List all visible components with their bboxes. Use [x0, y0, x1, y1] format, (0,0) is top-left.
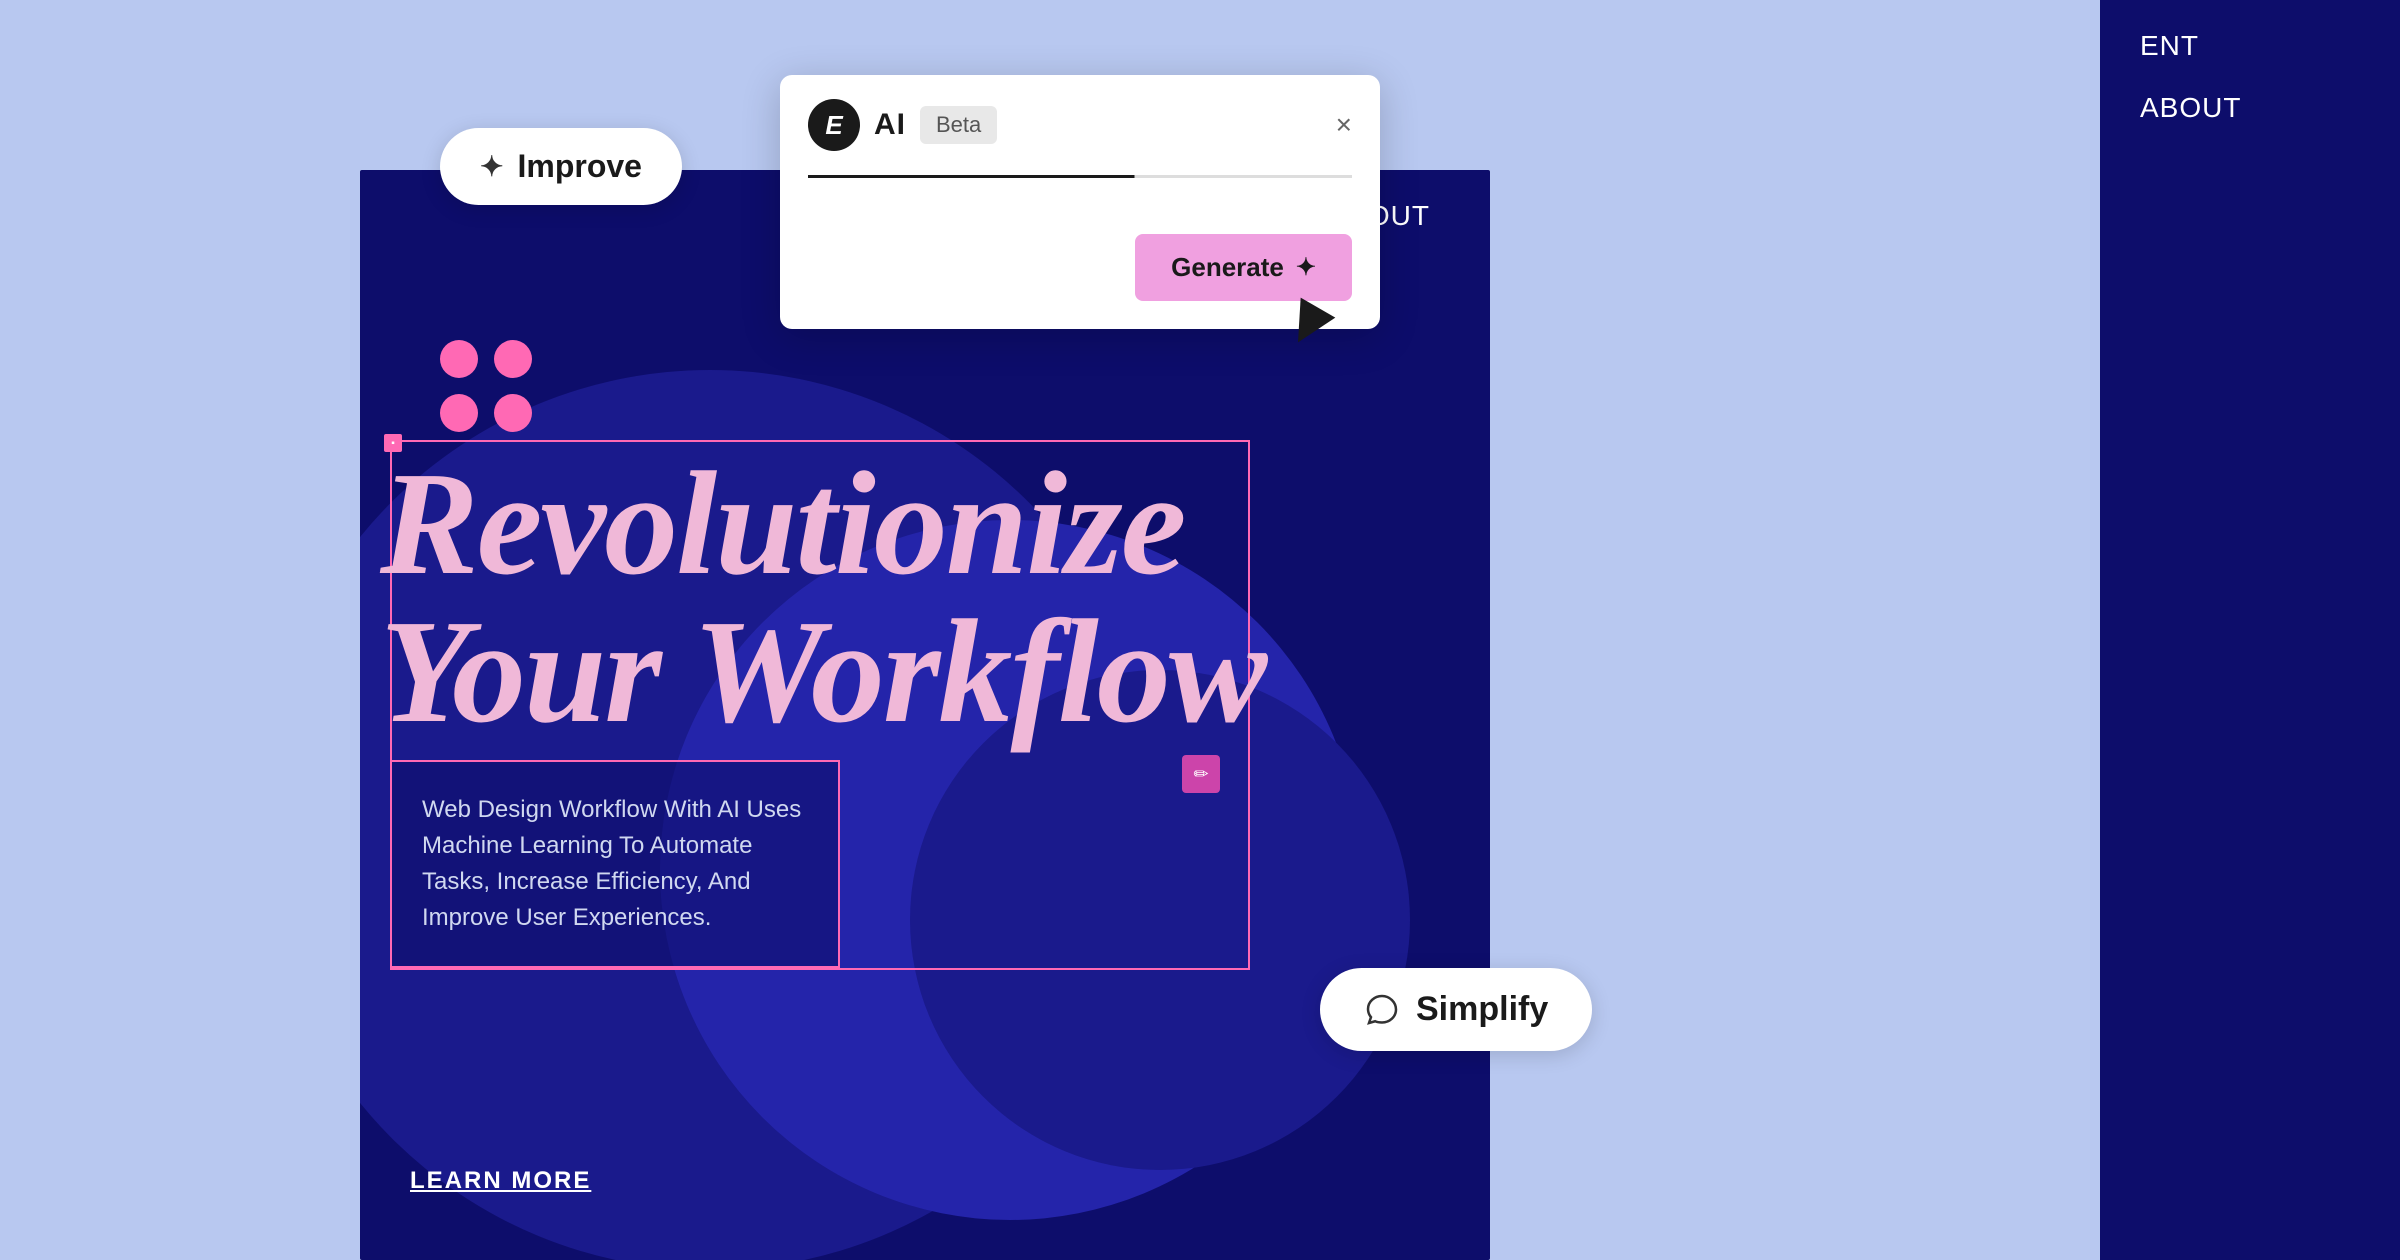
elementor-logo-letter: E — [825, 110, 842, 141]
improve-bubble[interactable]: ✦ Improve — [440, 128, 682, 205]
main-headline: Revolutionize Your Workflow — [380, 450, 1280, 746]
ai-dialog-panel: E AI Beta × Generate ✦ — [780, 75, 1380, 329]
elementor-logo: E — [808, 99, 860, 151]
dot-1 — [440, 340, 478, 378]
simplify-label: Simplify — [1416, 990, 1548, 1029]
edit-pencil-icon[interactable]: ✏ — [1182, 755, 1220, 793]
dot-3 — [440, 394, 478, 432]
headline-line2: Your Workflow — [380, 590, 1266, 754]
ai-label: AI — [874, 108, 906, 142]
right-nav-ent: ENT — [2140, 30, 2360, 62]
right-nav-partial: ENT ABOUT — [2100, 0, 2400, 1260]
generate-label: Generate — [1171, 252, 1284, 283]
ai-dialog-header: E AI Beta × — [780, 75, 1380, 175]
headline-line1: Revolutionize — [380, 442, 1184, 606]
dot-4 — [494, 394, 532, 432]
description-text: Web Design Workflow With AI Uses Machine… — [422, 792, 808, 936]
description-text-box: Web Design Workflow With AI Uses Machine… — [390, 760, 840, 968]
close-button[interactable]: × — [1336, 111, 1352, 139]
right-nav-items: ENT ABOUT — [2100, 0, 2400, 154]
ai-input-underline — [808, 175, 1352, 178]
learn-more-link[interactable]: LEARN MORE — [410, 1167, 591, 1195]
simplify-chat-icon — [1364, 992, 1400, 1028]
right-nav-about: ABOUT — [2140, 92, 2360, 124]
generate-button[interactable]: Generate ✦ — [1135, 234, 1352, 301]
simplify-bubble[interactable]: Simplify — [1320, 968, 1592, 1051]
generate-sparkle-icon: ✦ — [1296, 253, 1316, 282]
improve-label: Improve — [517, 148, 641, 185]
ai-dialog-input-area — [780, 175, 1380, 234]
dot-grid-decoration — [440, 340, 532, 432]
beta-badge: Beta — [920, 106, 997, 144]
dot-2 — [494, 340, 532, 378]
improve-sparkle-icon: ✦ — [480, 150, 503, 183]
